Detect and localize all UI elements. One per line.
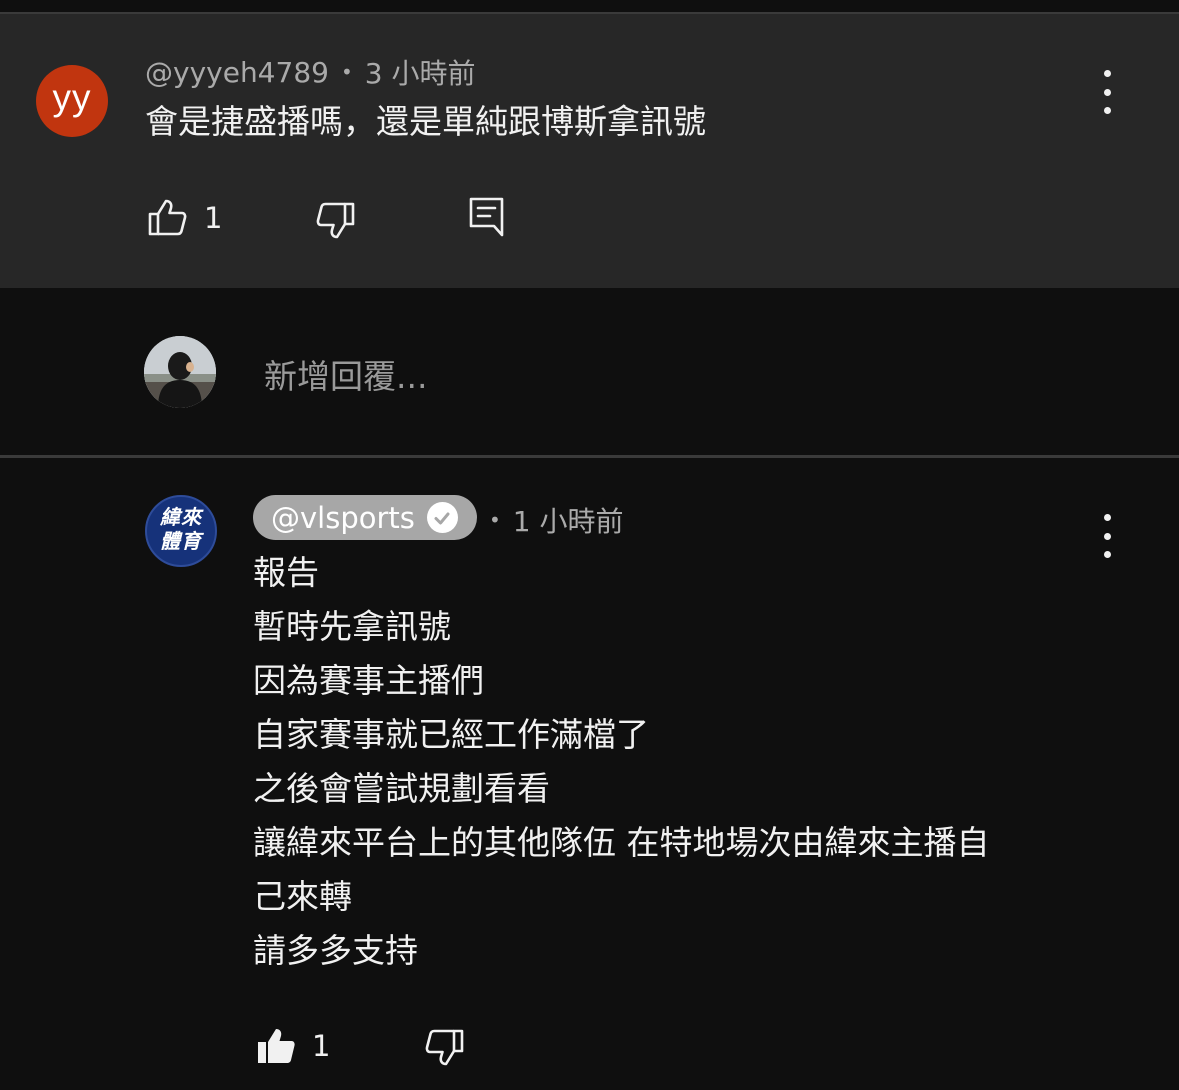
reply-text-line: 之後會嘗試規劃看看 bbox=[253, 769, 550, 808]
reply-text-line: 己來轉 bbox=[253, 877, 352, 916]
reply-text-line: 報告 bbox=[253, 553, 319, 592]
channel-avatar[interactable]: 緯來 體育 bbox=[145, 495, 217, 567]
reply-like-count: 1 bbox=[312, 1029, 331, 1063]
thumb-down-icon[interactable] bbox=[316, 200, 356, 240]
comment-text: 會是捷盛播嗎，還是單純跟博斯拿訊號 bbox=[145, 102, 706, 141]
thumb-up-icon[interactable] bbox=[147, 198, 187, 238]
section-divider bbox=[0, 455, 1179, 458]
user-photo-icon bbox=[144, 336, 216, 408]
user-avatar[interactable] bbox=[144, 336, 216, 408]
more-vert-icon[interactable] bbox=[1097, 70, 1117, 114]
meta-separator: • bbox=[489, 508, 501, 532]
channel-logo-text: 緯來 體育 bbox=[160, 505, 202, 553]
reply-author-chip[interactable]: @vlsports bbox=[253, 495, 477, 540]
comment-card: yy @yyyeh4789 • 3 小時前 會是捷盛播嗎，還是單純跟博斯拿訊號 … bbox=[0, 14, 1179, 288]
thumb-down-icon[interactable] bbox=[425, 1027, 465, 1067]
comment-author[interactable]: @yyyeh4789 bbox=[145, 56, 329, 89]
reply-time[interactable]: 1 小時前 bbox=[513, 500, 624, 540]
reply-text-line: 讓緯來平台上的其他隊伍 在特地場次由緯來主播自 bbox=[253, 823, 990, 862]
commenter-avatar[interactable]: yy bbox=[36, 65, 108, 137]
like-count: 1 bbox=[204, 201, 223, 235]
reply-text-line: 請多多支持 bbox=[253, 931, 418, 970]
thumb-up-filled-icon[interactable] bbox=[256, 1026, 296, 1066]
comment-reply-icon[interactable] bbox=[468, 196, 506, 238]
avatar-initials: yy bbox=[52, 77, 92, 118]
reply-text-line: 暫時先拿訊號 bbox=[253, 607, 451, 646]
reply-meta: • 1 小時前 bbox=[489, 500, 624, 540]
more-vert-icon[interactable] bbox=[1097, 514, 1117, 558]
comment-time[interactable]: 3 小時前 bbox=[365, 52, 476, 92]
verified-check-icon bbox=[426, 502, 458, 533]
comment-meta: @yyyeh4789 • 3 小時前 bbox=[145, 52, 475, 92]
reply-text-line: 自家賽事就已經工作滿檔了 bbox=[253, 715, 649, 754]
reply-text-line: 因為賽事主播們 bbox=[253, 661, 484, 700]
reply-input-row: 新增回覆... bbox=[0, 288, 1179, 456]
reply-text: 報告 暫時先拿訊號 因為賽事主播們 自家賽事就已經工作滿檔了 之後會嘗試規劃看看… bbox=[253, 546, 990, 978]
reply-input[interactable]: 新增回覆... bbox=[264, 350, 427, 398]
meta-separator: • bbox=[340, 60, 353, 84]
reply-author: @vlsports bbox=[271, 500, 415, 535]
